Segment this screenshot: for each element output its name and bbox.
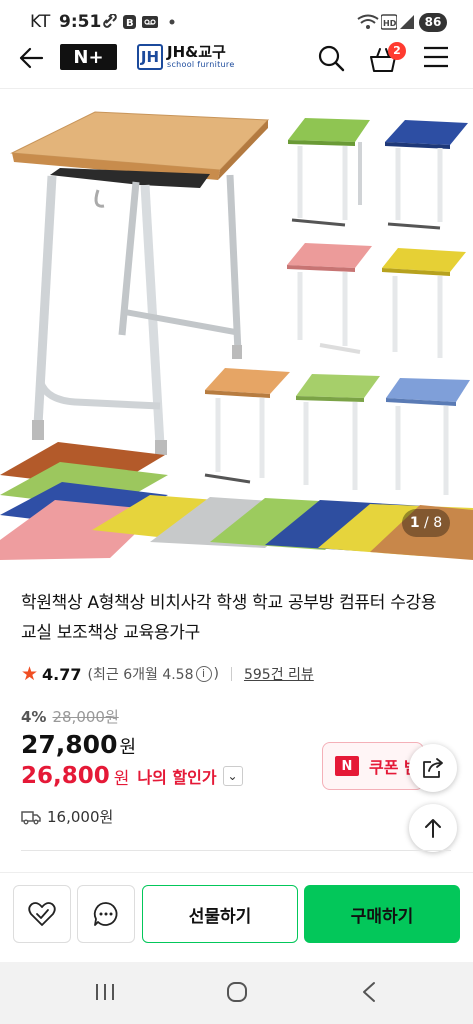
- info-icon[interactable]: i: [195, 666, 212, 682]
- store-logo[interactable]: JH JH&교구 school furniture: [137, 44, 235, 70]
- counter-separator: /: [424, 515, 429, 531]
- store-name: JH&교구: [167, 43, 226, 61]
- svg-text:B: B: [126, 18, 134, 29]
- sale-price-value: 27,800: [21, 730, 118, 759]
- talk-button[interactable]: [77, 885, 135, 943]
- cart-count-badge: 2: [388, 42, 406, 60]
- discount-percent: 4%: [21, 707, 47, 726]
- home-icon[interactable]: [226, 981, 248, 1003]
- my-price-unit: 원: [113, 768, 130, 789]
- recent-rating: (최근 6개월 4.58: [87, 667, 194, 683]
- section-divider: [21, 850, 451, 851]
- recent-rating-close: ): [213, 666, 219, 682]
- image-page-counter: 1 / 8: [402, 509, 450, 537]
- arrow-up-icon: [425, 819, 441, 838]
- buy-button-label: 구매하기: [350, 906, 414, 927]
- hamburger-menu-icon[interactable]: [423, 46, 449, 68]
- more-notifications-dot-icon: [169, 19, 175, 25]
- review-count-link[interactable]: 595건 리뷰: [244, 664, 314, 684]
- app-header: N+ JH JH&교구 school furniture 2: [0, 40, 473, 88]
- heart-check-icon: [28, 902, 56, 926]
- my-price-label: 나의 할인가: [137, 768, 217, 787]
- product-image: [0, 111, 473, 560]
- signal-icon: [400, 15, 414, 29]
- rating-separator: [230, 667, 232, 681]
- b-notification-icon: B: [123, 15, 136, 29]
- small-desk-yellow-1: [382, 248, 466, 358]
- chevron-down-icon[interactable]: ⌄: [222, 766, 243, 786]
- small-desk-blue-2: [386, 378, 470, 495]
- gift-button-label: 선물하기: [188, 906, 252, 927]
- carrier-label: KT: [30, 12, 51, 32]
- back-arrow-icon[interactable]: [18, 46, 44, 70]
- jh-mark-icon: JH: [137, 44, 163, 70]
- star-icon: ★: [21, 663, 39, 685]
- wifi-icon: [357, 14, 379, 29]
- my-discount-price: 26,800 원 나의 할인가 ⌄: [21, 763, 243, 789]
- original-price: 28,000원: [52, 708, 119, 726]
- share-icon: [423, 758, 443, 778]
- status-bar: KT 9:51 B HD 86: [0, 0, 473, 40]
- clock: 9:51: [59, 12, 102, 32]
- small-desk-green-1: [288, 118, 370, 227]
- main-desk-illustration: [10, 111, 270, 455]
- recent-apps-icon[interactable]: [94, 982, 116, 1002]
- naver-n-icon: N: [335, 756, 359, 776]
- svg-text:HD: HD: [383, 19, 397, 28]
- hd-icon: HD: [381, 14, 397, 30]
- small-desk-pink: [287, 243, 372, 354]
- system-navigation-bar: [0, 962, 473, 1024]
- share-button[interactable]: [409, 744, 457, 792]
- gift-button[interactable]: 선물하기: [142, 885, 298, 943]
- sale-price: 27,800 원: [21, 730, 136, 759]
- search-icon[interactable]: [317, 44, 345, 72]
- purchase-action-bar: 선물하기 구매하기: [0, 872, 473, 954]
- delivery-truck-icon: [21, 810, 41, 824]
- total-image-count: 8: [433, 515, 443, 531]
- wishlist-button[interactable]: [13, 885, 71, 943]
- small-desk-green-2: [296, 374, 380, 490]
- header-divider: [0, 88, 473, 89]
- screen: KT 9:51 B HD 86 N+ JH JH&교구 school furni…: [0, 0, 473, 1024]
- product-title: 학원책상 A형책상 비치사각 학생 학교 공부방 컴퓨터 수강용 교실 보조책상…: [21, 593, 437, 643]
- cart-button[interactable]: 2: [368, 42, 408, 76]
- current-image-index: 1: [409, 515, 420, 531]
- battery-indicator: 86: [419, 13, 447, 32]
- naver-plus-logo-text: N+: [73, 46, 104, 68]
- rating-score: 4.77: [42, 664, 82, 684]
- chat-bubble-icon: [93, 902, 118, 926]
- naver-plus-logo[interactable]: N+: [60, 44, 117, 70]
- small-desk-blue-1: [385, 120, 468, 230]
- my-price-value: 26,800: [21, 763, 110, 789]
- small-desk-orange: [204, 368, 290, 484]
- discount-row: 4% 28,000원: [21, 706, 119, 727]
- sale-price-unit: 원: [119, 737, 137, 758]
- store-subtitle: school furniture: [167, 60, 235, 69]
- shipping-fee-value: 16,000원: [47, 808, 114, 826]
- back-icon[interactable]: [361, 981, 377, 1003]
- buy-button[interactable]: 구매하기: [304, 885, 460, 943]
- product-image-gallery[interactable]: [0, 90, 473, 566]
- desk-top-color-swatches: [0, 442, 473, 560]
- voicemail-icon: [142, 16, 158, 28]
- rating-row: ★ 4.77 (최근 6개월 4.58 i ) 595건 리뷰: [21, 662, 314, 686]
- shipping-fee: 16,000원: [21, 806, 113, 827]
- scroll-to-top-button[interactable]: [409, 804, 457, 852]
- link-icon: [103, 14, 117, 28]
